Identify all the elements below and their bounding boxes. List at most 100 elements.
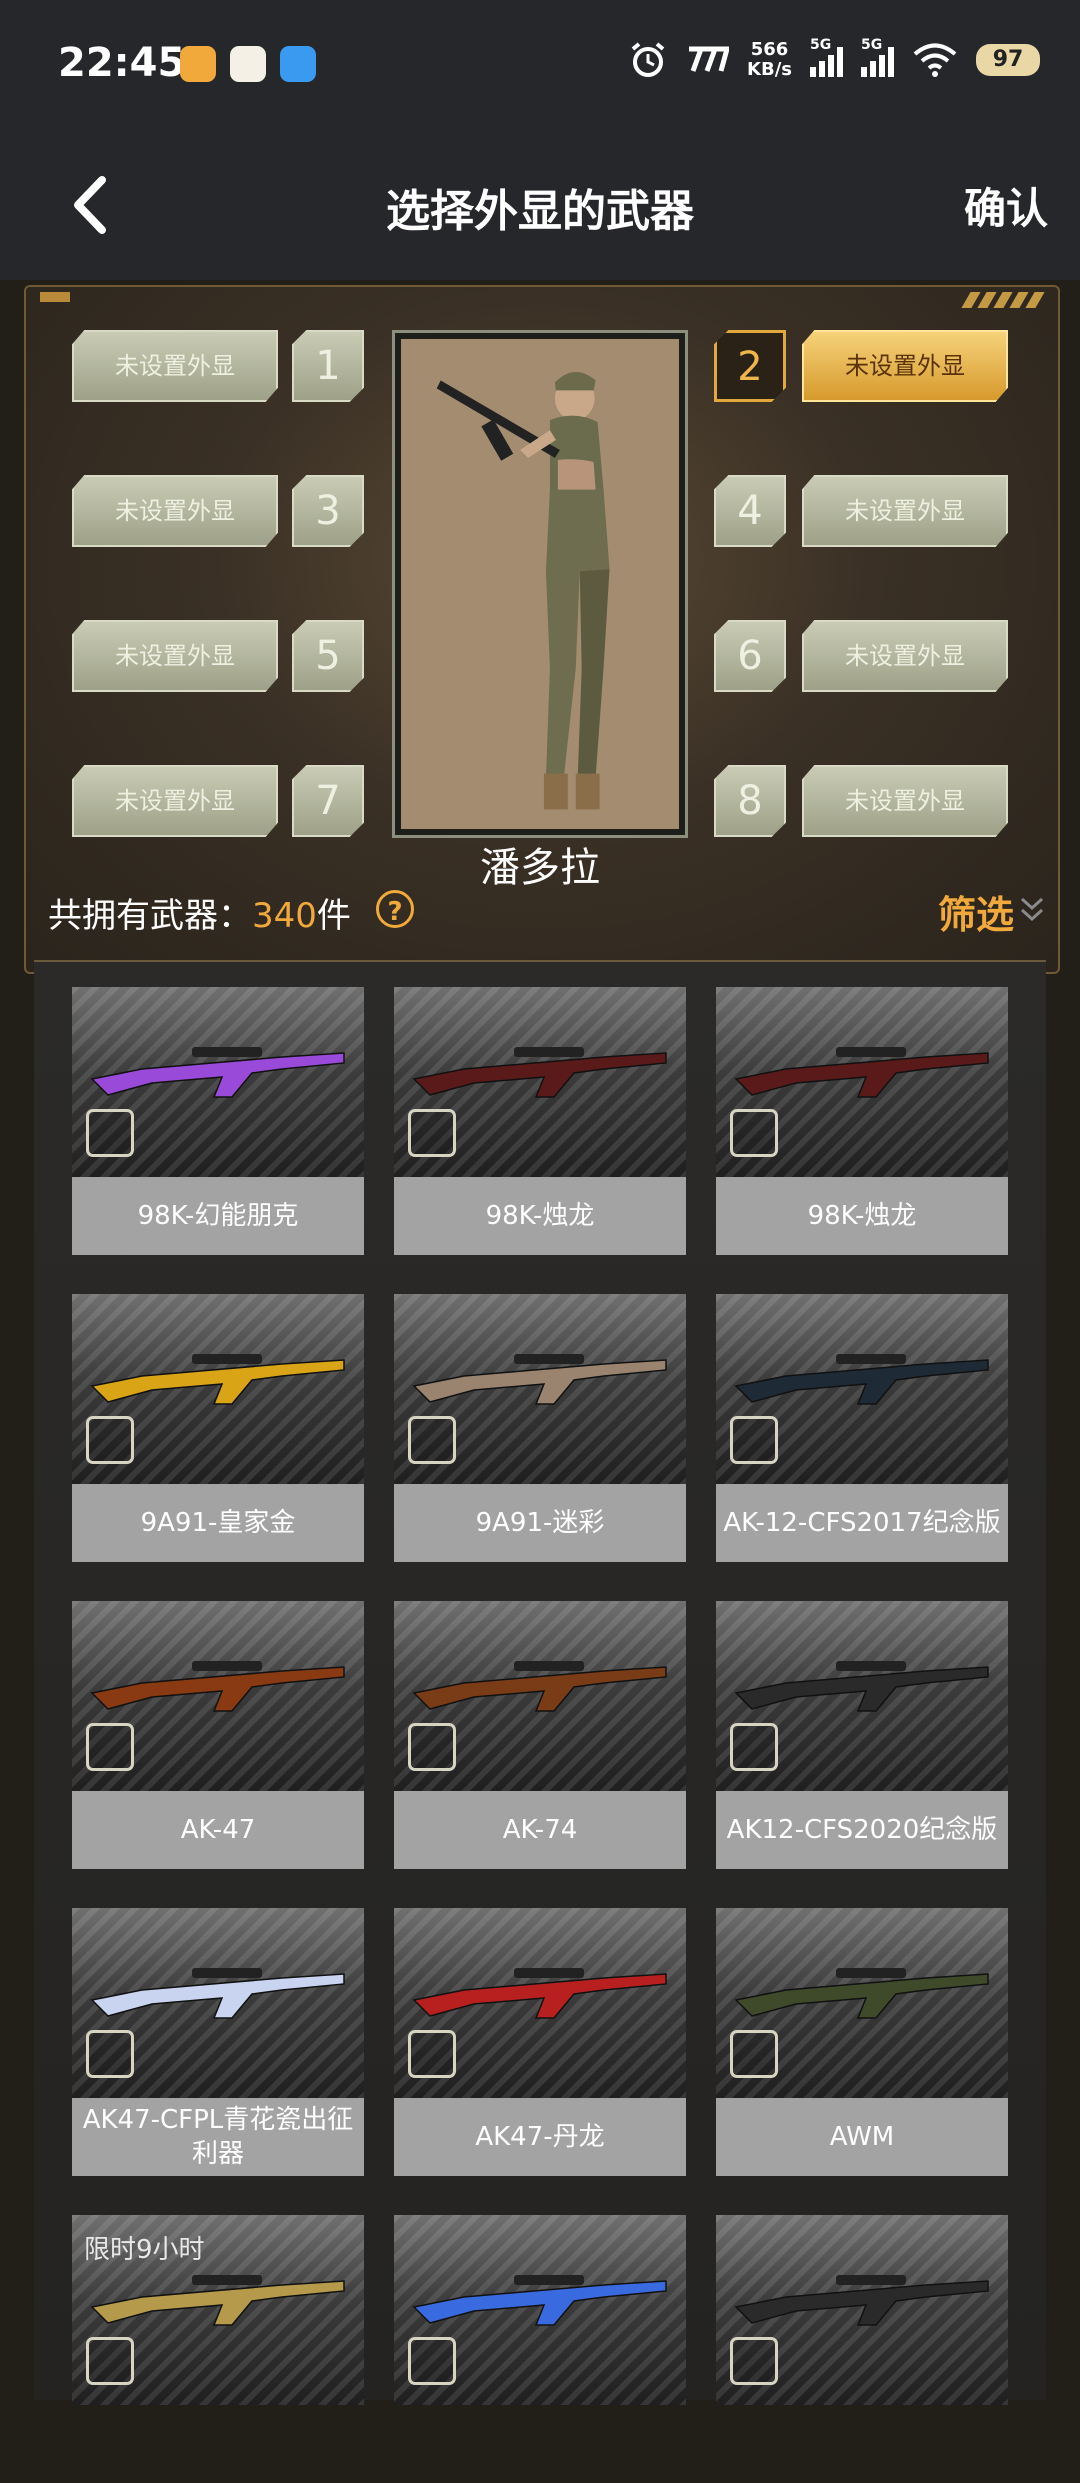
slot-1-number[interactable]: 1 [292,330,364,402]
character-portrait [392,330,688,838]
weapon-name: 9A91-皇家金 [72,1484,364,1562]
alarm-icon [631,42,665,77]
weapon-name: AK-74 [394,1791,686,1869]
weapon-image [716,1294,1008,1484]
weapon-checkbox[interactable] [730,2030,778,2078]
network-speed-value: 566 [750,39,789,60]
weapon-name: AK-47 [72,1791,364,1869]
weapon-card[interactable] [394,2215,686,2483]
weapon-image [716,1908,1008,2098]
slot-3-number[interactable]: 3 [292,475,364,547]
slot-7-number[interactable]: 7 [292,765,364,837]
weapon-image [716,1601,1008,1791]
slot-6-number[interactable]: 6 [714,620,786,692]
character-name: 潘多拉 [480,845,600,891]
weapon-image [716,987,1008,1177]
weapon-name: 98K-幻能朋克 [72,1177,364,1255]
weapon-checkbox[interactable] [86,1723,134,1771]
slot-3-label[interactable]: 未设置外显 [72,475,278,547]
weapon-image [716,2215,1008,2405]
weapon-name: AWM [716,2098,1008,2176]
character-image [436,371,610,810]
app-notification-icon [280,46,316,82]
time-limit-badge: 限时9小时 [84,2235,205,2265]
weapon-checkbox[interactable] [86,2337,134,2385]
weapon-name: AK47-CFPL青花瓷出征利器 [72,2098,364,2176]
weapons-count-number: 340 [252,896,317,936]
panel-decoration [961,292,1045,308]
weapon-checkbox[interactable] [408,2030,456,2078]
weapon-card[interactable]: 9A91-迷彩 [394,1294,686,1562]
weapon-name: AK47-丹龙 [394,2098,686,2176]
weapons-count-suffix: 件 [316,896,351,936]
slot-7-label[interactable]: 未设置外显 [72,765,278,837]
signal-icon: 5G [861,37,894,77]
weapon-name: 98K-烛龙 [716,1177,1008,1255]
weapon-checkbox[interactable] [408,1109,456,1157]
weapon-checkbox[interactable] [408,1416,456,1464]
signal-label: 5G [810,37,832,53]
weapon-checkbox[interactable] [730,1109,778,1157]
weapon-checkbox[interactable] [408,1723,456,1771]
weapon-card[interactable]: AK47-丹龙 [394,1908,686,2176]
weapon-card[interactable] [716,2215,1008,2483]
slot-8-number[interactable]: 8 [714,765,786,837]
weapon-image [72,987,364,1177]
help-icon[interactable]: ? [376,890,414,928]
weapon-checkbox[interactable] [408,2337,456,2385]
filter-button[interactable]: 筛选 [938,884,1014,939]
weapon-image [72,1601,364,1791]
weapon-card[interactable]: 9A91-皇家金 [72,1294,364,1562]
weapon-card[interactable]: AK47-CFPL青花瓷出征利器 [72,1908,364,2176]
slot-2-number[interactable]: 2 [714,330,786,402]
slot-6-label[interactable]: 未设置外显 [802,620,1008,692]
weapon-card[interactable]: 98K-烛龙 [716,987,1008,1255]
weapon-image [394,1601,686,1791]
signal-icon: 5G [810,37,843,77]
weapon-card[interactable]: 98K-烛龙 [394,987,686,1255]
app-notification-icon [180,46,216,82]
slot-1-label[interactable]: 未设置外显 [72,330,278,402]
network-speed: 566 KB/s [747,40,792,80]
weapon-image [394,987,686,1177]
battery-indicator: 97 [976,44,1040,76]
weapon-card[interactable]: AWM [716,1908,1008,2176]
slot-2-label[interactable]: 未设置外显 [802,330,1008,402]
slot-8-label[interactable]: 未设置外显 [802,765,1008,837]
weapon-name: 9A91-迷彩 [394,1484,686,1562]
weapon-checkbox[interactable] [730,1416,778,1464]
wifi-icon [913,43,957,77]
signal-label: 5G [861,37,883,53]
slot-5-label[interactable]: 未设置外显 [72,620,278,692]
weapon-checkbox[interactable] [86,1109,134,1157]
status-indicators: 566 KB/s 5G 5G 97 [629,37,1040,80]
weapon-image [72,1908,364,2098]
weapon-checkbox[interactable] [730,1723,778,1771]
weapon-card[interactable]: 限时9小时 [72,2215,364,2483]
slot-5-number[interactable]: 5 [292,620,364,692]
weapon-card[interactable]: AK-12-CFS2017纪念版 [716,1294,1008,1562]
weapon-card[interactable]: 98K-幻能朋克 [72,987,364,1255]
panel-decoration [40,292,70,302]
status-bar: 22:45 566 KB/s 5G 5G 97 [0,0,1080,130]
weapon-name: AK-12-CFS2017纪念版 [716,1484,1008,1562]
weapon-image: 限时9小时 [72,2215,364,2405]
weapons-count: 共拥有武器：340件 [48,888,351,937]
page-title: 选择外显的武器 [386,186,694,237]
weapon-checkbox[interactable] [730,2337,778,2385]
weapon-name: 98K-烛龙 [394,1177,686,1255]
slot-4-number[interactable]: 4 [714,475,786,547]
slot-4-label[interactable]: 未设置外显 [802,475,1008,547]
weapon-checkbox[interactable] [86,2030,134,2078]
status-time: 22:45 [58,40,186,86]
confirm-button[interactable]: 确认 [964,175,1048,236]
weapon-card[interactable]: AK-74 [394,1601,686,1869]
carrier-icon [689,46,730,72]
weapon-image [72,1294,364,1484]
weapon-card[interactable]: AK12-CFS2020纪念版 [716,1601,1008,1869]
weapon-checkbox[interactable] [86,1416,134,1464]
chevron-down-icon[interactable] [1018,895,1046,925]
header: 选择外显的武器 确认 [0,130,1080,280]
status-app-icons [180,46,316,82]
weapon-card[interactable]: AK-47 [72,1601,364,1869]
